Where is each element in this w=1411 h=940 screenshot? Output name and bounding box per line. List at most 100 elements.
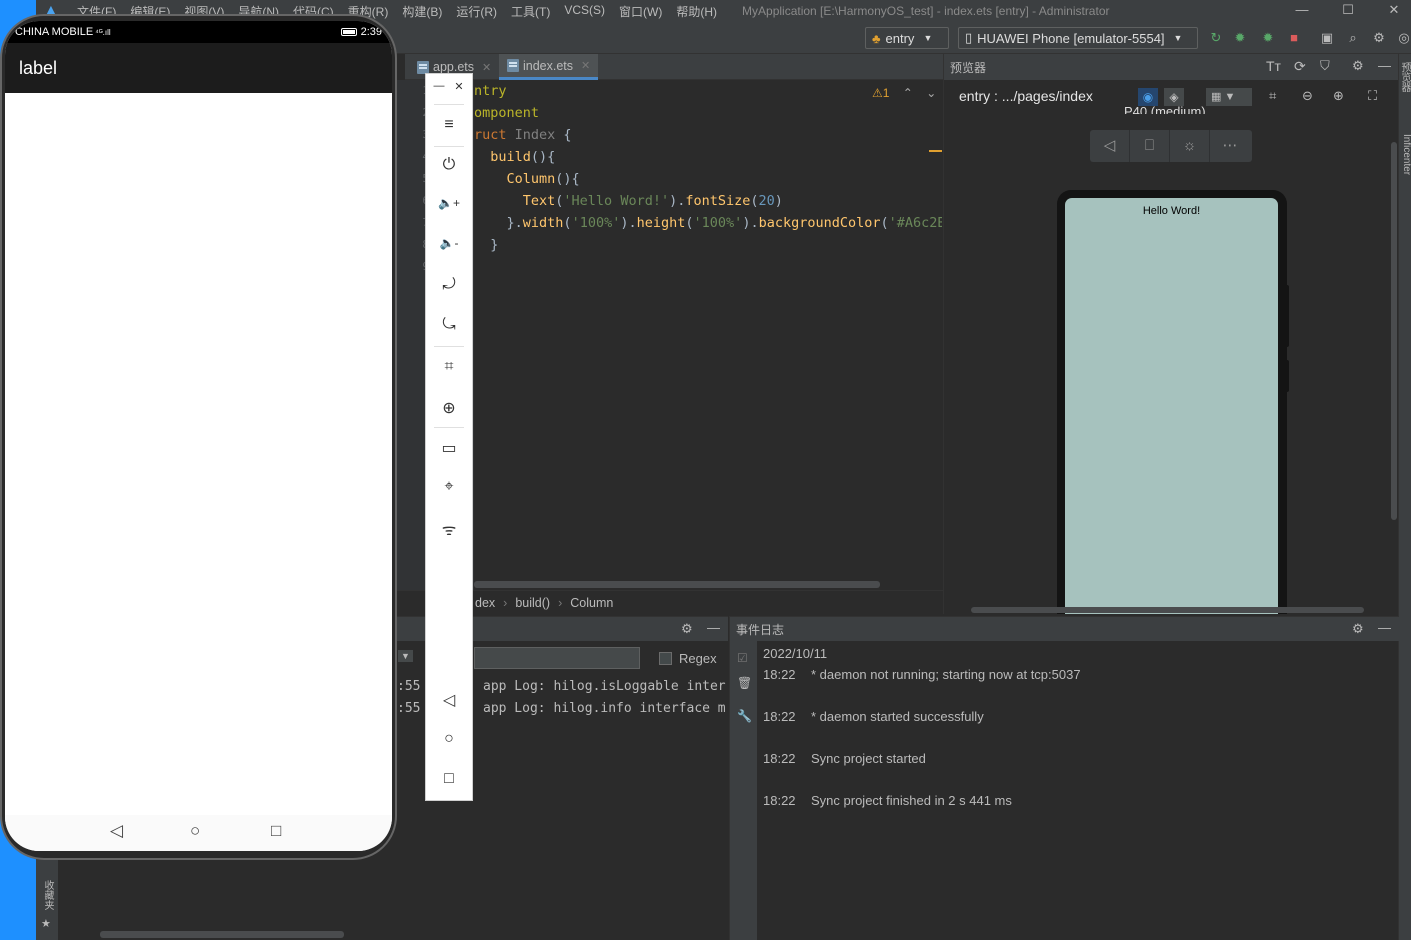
editor-tabs: app.ets ✕ index.ets ✕ [405, 54, 943, 80]
settings-icon[interactable]: ⚙ [1352, 621, 1364, 637]
inficenter-side-tab[interactable]: Inficenter [1399, 134, 1411, 175]
back-icon[interactable]: ◁ [1090, 130, 1130, 162]
trash-icon[interactable]: 🗑 [737, 676, 752, 690]
stop-icon[interactable]: ■ [1286, 30, 1302, 46]
previewer-horizontal-scrollbar[interactable] [971, 607, 1364, 613]
log-line: :55 app Log: hilog.info interface m [397, 701, 726, 716]
volume-down-icon[interactable]: 🔈- [426, 236, 472, 250]
back-icon[interactable]: ◁ [426, 690, 472, 710]
clock: 2:39 [360, 26, 382, 38]
file-icon [507, 59, 519, 72]
zoom-in-icon[interactable]: ⊕ [1333, 88, 1344, 104]
close-icon[interactable]: ✕ [436, 80, 482, 93]
menu-item[interactable]: VCS(S) [557, 3, 612, 20]
chevron-down-icon: ▼ [923, 33, 933, 43]
font-size-icon[interactable]: Tт [1266, 58, 1281, 74]
attach-debugger-icon[interactable]: ✹ [1260, 30, 1276, 46]
previewer-vertical-scrollbar[interactable] [1391, 142, 1397, 520]
chevron-right-icon: › [503, 595, 508, 610]
warning-count: 1 [882, 86, 890, 100]
maximize-button[interactable]: ☐ [1325, 0, 1371, 22]
code-token: Column [474, 171, 556, 187]
emulator-screen[interactable]: CHINA MOBILE ⁴ᴳ.ıll 2:39 label ◁ ○ □ [5, 21, 392, 851]
zoom-icon[interactable]: ⊕ [426, 398, 472, 418]
account-icon[interactable]: ◎ [1396, 30, 1411, 46]
wifi-icon[interactable]: ᯤ [426, 518, 472, 540]
code-token: omponent [474, 105, 540, 121]
code-token: 20 [758, 193, 775, 209]
right-tool-strip: 预览器 Inficenter [1398, 54, 1411, 940]
multi-device-icon[interactable]: ▦ ▼ [1206, 88, 1252, 106]
menu-item[interactable]: 工具(T) [504, 3, 557, 20]
breadcrumb-item[interactable]: build() [515, 596, 550, 610]
previewer-side-tab[interactable]: 预览器 [1399, 62, 1411, 92]
settings-icon[interactable]: ⚙ [681, 621, 693, 637]
minimize-button[interactable]: — [1279, 0, 1325, 22]
breadcrumb-item[interactable]: dex [475, 596, 495, 610]
rotate-icon[interactable]: ⎕ [1130, 130, 1170, 162]
crop-icon[interactable]: ⌗ [1269, 88, 1276, 104]
close-tab-icon[interactable]: ✕ [581, 59, 590, 72]
project-panel-lower [36, 860, 397, 940]
editor-horizontal-scrollbar[interactable] [474, 581, 880, 588]
nav-recent-icon[interactable]: □ [271, 821, 281, 841]
refresh-icon[interactable]: ⟳ [1294, 58, 1306, 75]
zoom-out-icon[interactable]: ⊖ [1302, 88, 1313, 104]
fit-screen-icon[interactable]: ⛶ [1368, 88, 1377, 104]
project-horizontal-scrollbar[interactable] [100, 931, 344, 938]
tab-label: app.ets [433, 60, 475, 74]
device-select[interactable]: ▯ HUAWEI Phone [emulator-5554] ▼ [958, 27, 1198, 49]
preview-phone-screen[interactable]: Hello Word! [1065, 198, 1278, 614]
warning-indicator[interactable]: ⚠1 ⌃ ⌄ [872, 86, 936, 100]
battery-icon[interactable]: ▭ [426, 438, 472, 458]
rotate-left-icon[interactable]: ⤿ [426, 316, 472, 334]
location-icon[interactable]: ⌖ [426, 478, 472, 496]
recent-apps-icon[interactable]: □ [426, 770, 472, 788]
power-icon[interactable]: ⏻ [426, 156, 472, 174]
regex-checkbox[interactable] [659, 652, 672, 665]
star-icon[interactable]: ★ [41, 917, 51, 930]
menu-item[interactable]: 窗口(W) [612, 3, 669, 20]
tab-index-ets[interactable]: index.ets ✕ [499, 54, 599, 80]
menu-item[interactable]: 构建(B) [395, 3, 449, 20]
screenshot-icon[interactable]: ⌗ [426, 358, 472, 376]
hide-icon[interactable]: — [1378, 620, 1391, 635]
search-icon[interactable]: ⌕ [1345, 30, 1361, 46]
volume-up-icon[interactable]: 🔈+ [426, 196, 472, 210]
hide-icon[interactable]: — [707, 620, 720, 635]
rotate-right-icon[interactable]: ⤾ [426, 276, 472, 294]
divider [434, 346, 464, 347]
favorites-tab[interactable]: 收藏夹 [40, 880, 55, 910]
home-icon[interactable]: ○ [426, 730, 472, 748]
emulator-side-toolbar: — ✕ ≡ ⏻ 🔈+ 🔈- ⤾ ⤿ ⌗ ⊕ ▭ ⌖ ᯤ ◁ ○ □ [425, 73, 473, 801]
more-icon[interactable]: ⋯ [1210, 130, 1250, 162]
code-editor[interactable]: ⚠1 ⌃ ⌄ ntry omponent ruct Index { build(){… [474, 80, 942, 590]
wrench-icon[interactable]: 🔧 [737, 709, 752, 723]
settings-icon[interactable]: ⚙ [1352, 58, 1364, 74]
menu-item[interactable]: 帮助(H) [669, 3, 724, 20]
module-select[interactable]: ♣ entry ▼ [865, 27, 949, 49]
chevron-down-icon[interactable]: ▼ [398, 650, 413, 662]
menu-item[interactable]: 运行(R) [449, 3, 504, 20]
chevron-up-icon[interactable]: ⌃ [903, 86, 913, 100]
hide-icon[interactable]: — [1378, 58, 1391, 73]
menu-icon[interactable]: ≡ [426, 116, 472, 134]
module-icon: ♣ [872, 30, 881, 46]
phone-side-button [1283, 285, 1289, 347]
favorites-strip: 收藏夹 ★ [36, 860, 58, 940]
inspect-icon[interactable]: ⛉ [1320, 58, 1330, 74]
chevron-down-icon[interactable]: ⌄ [926, 86, 936, 100]
settings-icon[interactable]: ⚙ [1371, 30, 1387, 46]
nav-home-icon[interactable]: ○ [190, 821, 200, 841]
rerun-icon[interactable]: ↻ [1208, 30, 1224, 46]
close-tab-icon[interactable]: ✕ [482, 61, 491, 74]
nav-back-icon[interactable]: ◁ [110, 821, 123, 841]
device-manager-icon[interactable]: ▣ [1319, 30, 1335, 46]
brightness-icon[interactable]: ☼ [1170, 130, 1210, 162]
close-button[interactable]: ✕ [1371, 0, 1411, 22]
breadcrumb-item[interactable]: Column [570, 596, 613, 610]
log-search-input[interactable] [474, 647, 640, 669]
mark-read-icon[interactable]: ☑ [737, 651, 748, 665]
code-token: '100%' [571, 215, 621, 231]
debug-icon[interactable]: ✹ [1232, 30, 1248, 46]
